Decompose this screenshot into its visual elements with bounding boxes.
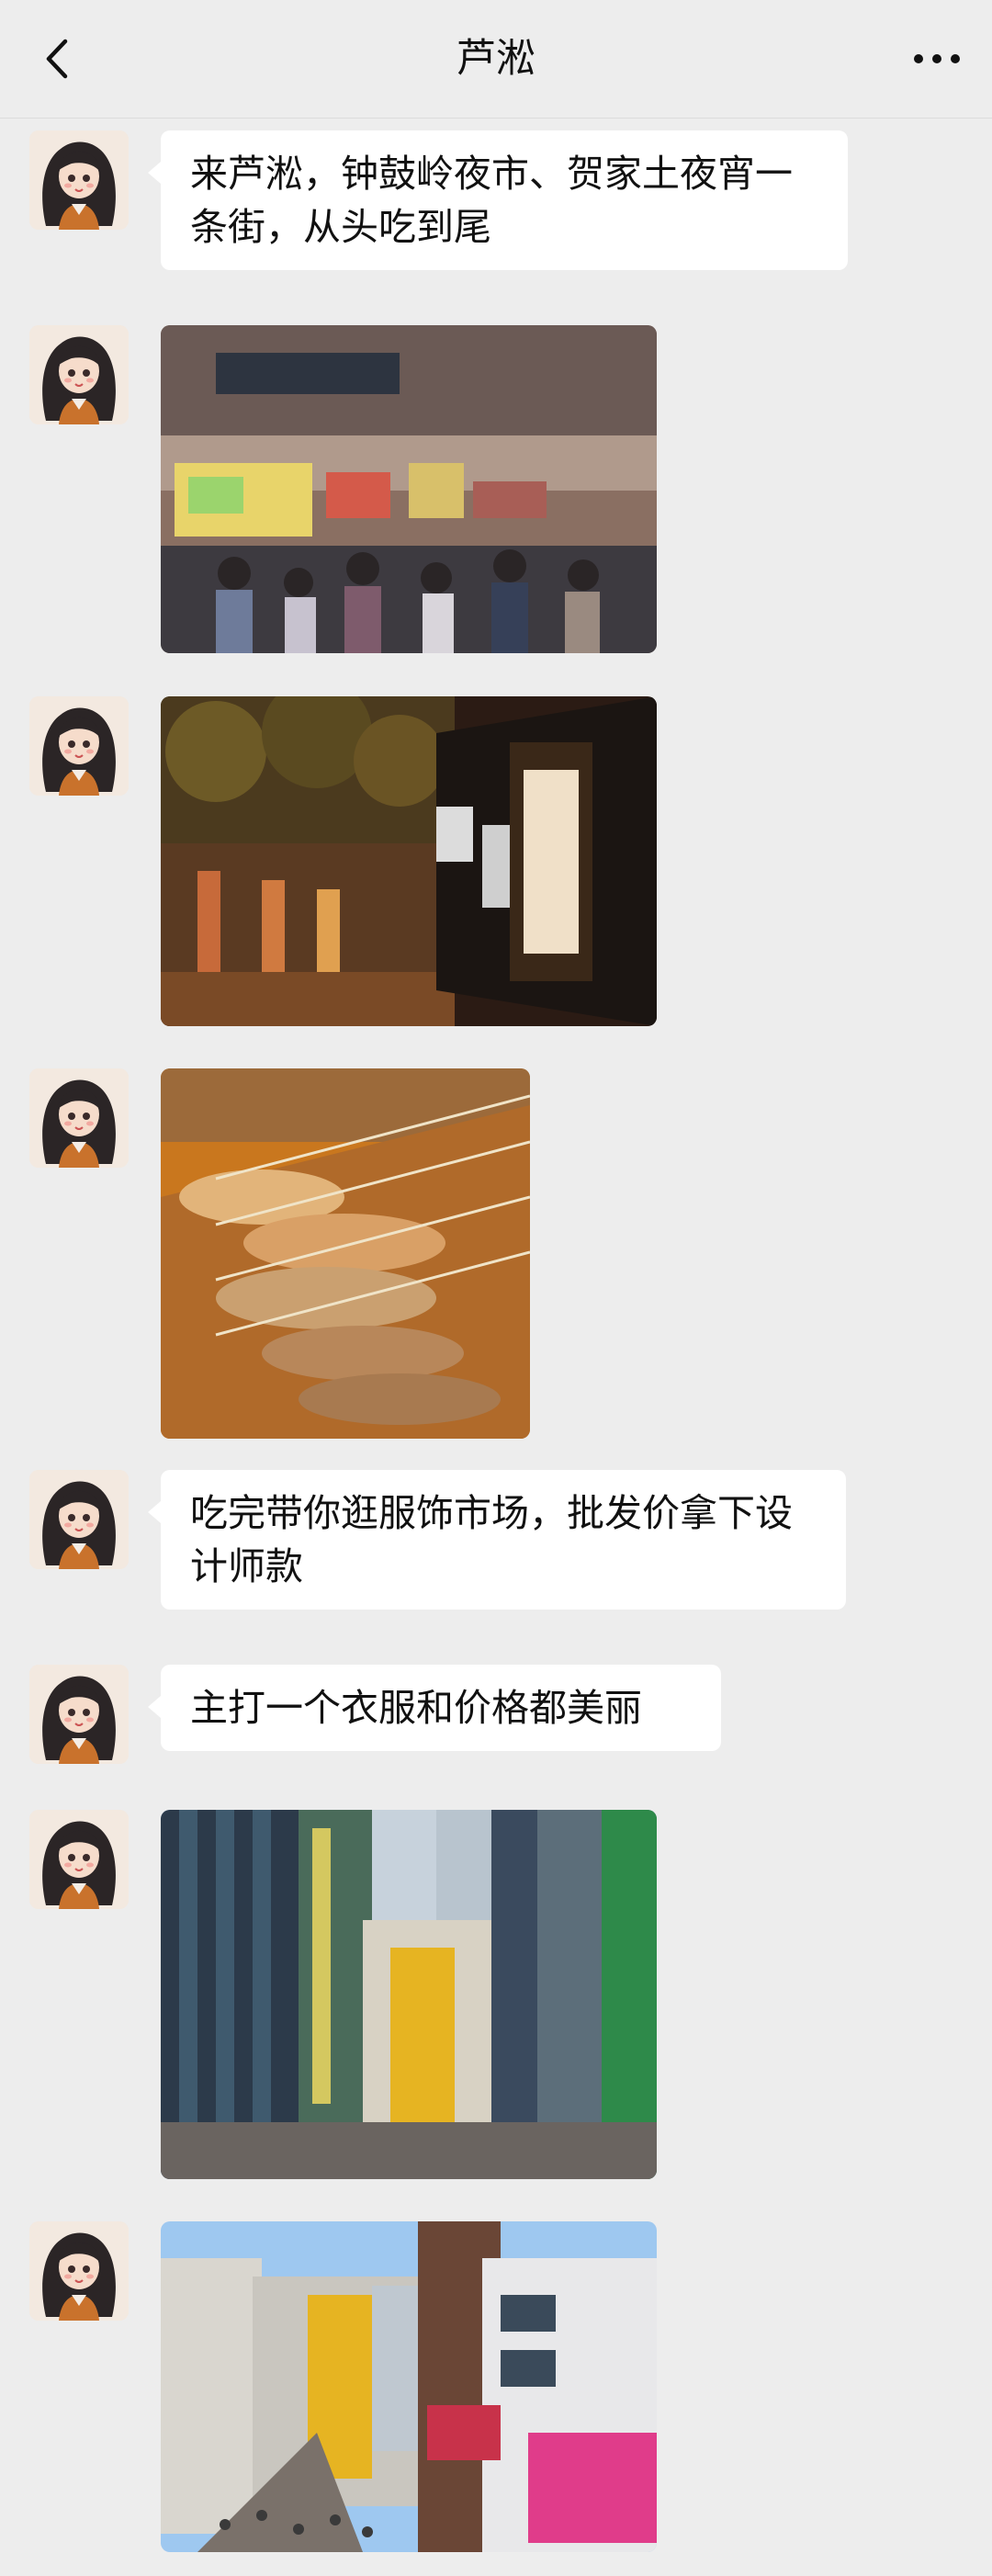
girl-avatar-icon (29, 130, 129, 230)
more-horizontal-icon (914, 54, 960, 63)
girl-avatar-icon (29, 696, 129, 796)
avatar[interactable] (29, 1068, 129, 1168)
night-market-crowd-photo (161, 325, 657, 653)
image-message[interactable] (161, 1068, 530, 1439)
night-street-sign-photo (161, 696, 657, 1026)
shopping-district-building-photo (161, 1810, 657, 2179)
avatar[interactable] (29, 325, 129, 424)
skewers-bbq-photo (161, 1068, 530, 1439)
chat-title: 芦淞 (457, 36, 535, 82)
avatar[interactable] (29, 1810, 129, 1909)
girl-avatar-icon (29, 1068, 129, 1168)
shopping-district-street-photo (161, 2221, 657, 2552)
chat-page: 芦淞 来芦淞，钟鼓岭夜市、贺家土夜宵一条街，从头吃到尾 吃完带你逛服饰市场，批发… (0, 0, 992, 2576)
avatar[interactable] (29, 2221, 129, 2321)
girl-avatar-icon (29, 1665, 129, 1764)
girl-avatar-icon (29, 1810, 129, 1909)
image-message[interactable] (161, 325, 657, 653)
avatar[interactable] (29, 1470, 129, 1569)
avatar[interactable] (29, 130, 129, 230)
image-message[interactable] (161, 1810, 657, 2179)
text-bubble[interactable]: 来芦淞，钟鼓岭夜市、贺家土夜宵一条街，从头吃到尾 (148, 130, 848, 270)
girl-avatar-icon (29, 2221, 129, 2321)
girl-avatar-icon (29, 1470, 129, 1569)
text-bubble[interactable]: 吃完带你逛服饰市场，批发价拿下设计师款 (148, 1470, 846, 1610)
avatar[interactable] (29, 1665, 129, 1764)
chat-header: 芦淞 (0, 0, 992, 119)
avatar[interactable] (29, 696, 129, 796)
text-bubble[interactable]: 主打一个衣服和价格都美丽 (148, 1665, 721, 1751)
more-button[interactable] (909, 40, 964, 77)
girl-avatar-icon (29, 325, 129, 424)
image-message[interactable] (161, 2221, 657, 2552)
image-message[interactable] (161, 696, 657, 1026)
